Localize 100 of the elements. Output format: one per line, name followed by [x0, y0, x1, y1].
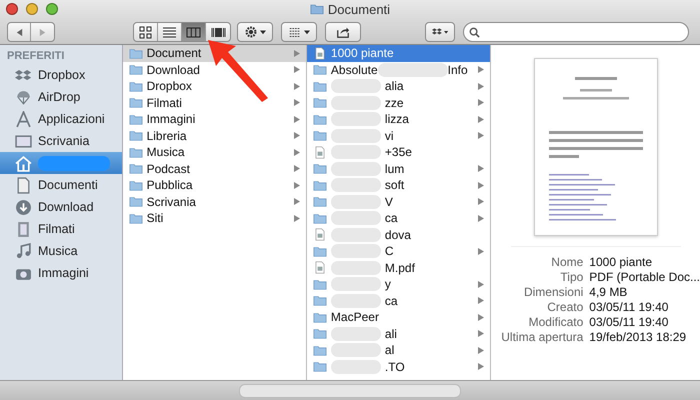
- film-icon: [15, 220, 32, 238]
- folder-row[interactable]: ali: [306, 326, 490, 342]
- letter-a-icon: [15, 110, 32, 128]
- sidebar-item[interactable]: AirDrop: [0, 86, 122, 108]
- triangle-icon: [478, 314, 484, 321]
- info-label: Nome: [550, 255, 584, 269]
- folder-row[interactable]: lum: [306, 160, 490, 177]
- folder-icon: [312, 278, 327, 291]
- folder-row[interactable]: vi: [306, 128, 490, 144]
- list-icon: [162, 24, 177, 40]
- triangle-icon: [294, 66, 300, 74]
- folder-icon: [128, 195, 143, 208]
- sidebar-item[interactable]: Documenti: [0, 174, 122, 196]
- folder-row[interactable]: Filmati: [122, 94, 306, 111]
- left-triangle-icon: [14, 28, 24, 36]
- info-value: 03/05/11 19:40: [589, 300, 670, 314]
- triangle-icon: [294, 198, 300, 206]
- triangle-icon: [478, 132, 484, 140]
- sidebar-item[interactable]: Filmati: [0, 218, 122, 240]
- sidebar-item[interactable]: Download: [0, 196, 122, 218]
- folder-row[interactable]: Musica: [122, 144, 306, 160]
- sidebar-item[interactable]: Dropbox: [0, 64, 122, 86]
- folder-row[interactable]: y: [306, 276, 490, 292]
- folder-row[interactable]: Download: [122, 62, 306, 78]
- folder-icon: [312, 360, 327, 374]
- folder-icon: [312, 112, 327, 126]
- folder-icon: [128, 129, 143, 142]
- folder-icon: [312, 310, 327, 324]
- close-button[interactable]: [6, 3, 18, 15]
- zoom-button[interactable]: [46, 3, 58, 15]
- triangle-icon: [294, 182, 300, 189]
- folder-icon: [312, 178, 327, 192]
- folder-row[interactable]: Libreria: [122, 128, 306, 144]
- info-label: Dimensioni: [522, 285, 584, 299]
- share-button[interactable]: [325, 22, 361, 42]
- sidebar-item[interactable]: Immagini: [0, 262, 122, 284]
- search-icon: [469, 26, 480, 38]
- info-label: Creato: [546, 300, 584, 314]
- folder-row[interactable]: Pubblica: [122, 177, 306, 194]
- triangle-icon: [478, 198, 484, 206]
- info-label: Modificato: [528, 315, 584, 329]
- file-row[interactable]: 1000 piante: [306, 45, 490, 62]
- folder-icon: [312, 244, 327, 258]
- folder-row[interactable]: zze: [306, 94, 490, 111]
- triangle-icon: [478, 330, 484, 338]
- triangle-icon: [294, 214, 300, 222]
- document-icon: [312, 46, 327, 60]
- folder-row[interactable]: Immagini: [122, 111, 306, 128]
- right-triangle-icon: [38, 28, 47, 36]
- sidebar-item[interactable]: Applicazioni: [0, 108, 122, 130]
- sidebar-item[interactable]: Scrivania: [0, 130, 122, 152]
- folder-row[interactable]: soft: [306, 177, 490, 194]
- folder-icon: [312, 327, 327, 340]
- folder-row[interactable]: ca: [306, 210, 490, 226]
- folder-row[interactable]: Absolute Info: [306, 62, 490, 78]
- home-icon: [15, 154, 32, 172]
- folder-row[interactable]: V: [306, 194, 490, 210]
- folder-row[interactable]: lizza: [306, 111, 490, 128]
- folder-row[interactable]: Scrivania: [122, 194, 306, 210]
- folder-row[interactable]: Dropbox: [122, 78, 306, 94]
- sidebar-item[interactable]: Musica: [0, 240, 122, 262]
- document-icon: [312, 228, 327, 242]
- folder-icon: [312, 212, 327, 225]
- columns-icon: [186, 24, 201, 40]
- gear-icon: [244, 25, 258, 39]
- minimize-button[interactable]: [26, 3, 38, 15]
- triangle-icon: [478, 280, 484, 288]
- folder-row[interactable]: .TO: [306, 358, 490, 375]
- file-row[interactable]: +35e: [306, 144, 490, 160]
- folder-icon: [312, 195, 327, 208]
- boxes-menu-button[interactable]: [425, 22, 455, 42]
- folder-row[interactable]: ca: [306, 292, 490, 309]
- file-row[interactable]: M.pdf: [306, 260, 490, 276]
- search-field[interactable]: [463, 22, 689, 42]
- folder-row[interactable]: Podcast: [122, 160, 306, 177]
- folder-row[interactable]: Siti: [122, 210, 306, 226]
- arrange-menu-button[interactable]: [281, 22, 317, 42]
- file-row[interactable]: dova: [306, 226, 490, 243]
- desktop-icon: [15, 132, 32, 150]
- view-button[interactable]: [182, 23, 206, 41]
- triangle-icon: [294, 132, 300, 140]
- sidebar-item[interactable]: [0, 152, 122, 174]
- document-icon: [312, 146, 327, 159]
- folder-icon: [128, 178, 143, 192]
- triangle-icon: [478, 363, 484, 370]
- triangle-icon: [478, 214, 484, 222]
- folder-row[interactable]: MacPeer: [306, 309, 490, 326]
- info-value: 4,9 MB: [589, 285, 628, 299]
- info-value: 1000 piante: [589, 255, 654, 269]
- section-heading: PREFERITI: [6, 50, 66, 64]
- folder-icon: [310, 3, 324, 15]
- action-menu-button[interactable]: [237, 22, 273, 42]
- folder-icon: [128, 96, 143, 110]
- scrollbar-thumb[interactable]: [239, 384, 461, 398]
- triangle-icon: [478, 116, 484, 123]
- folder-row[interactable]: al: [306, 342, 490, 358]
- folder-row[interactable]: C: [306, 243, 490, 260]
- folder-row[interactable]: alia: [306, 78, 490, 94]
- triangle-icon: [294, 99, 300, 106]
- info-value: 03/05/11 19:40: [589, 315, 670, 329]
